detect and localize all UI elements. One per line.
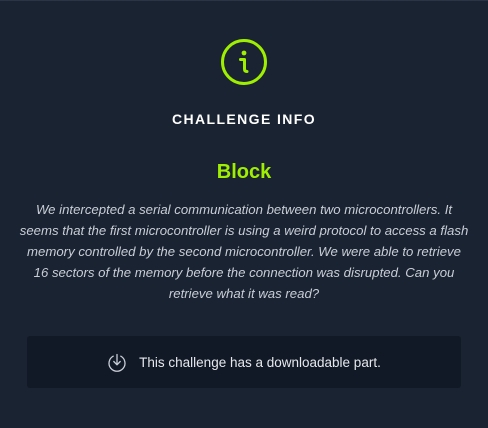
download-icon [108,353,126,372]
download-notice-text: This challenge has a downloadable part. [139,354,381,370]
download-notice: This challenge has a downloadable part. [27,336,461,388]
info-icon [221,39,267,85]
challenge-description: We intercepted a serial communication be… [19,202,469,301]
modal-heading: CHALLENGE INFO [171,111,317,127]
challenge-name: Block [216,161,272,183]
challenge-info-modal: CHALLENGE INFO Block We intercepted a se… [0,0,488,428]
